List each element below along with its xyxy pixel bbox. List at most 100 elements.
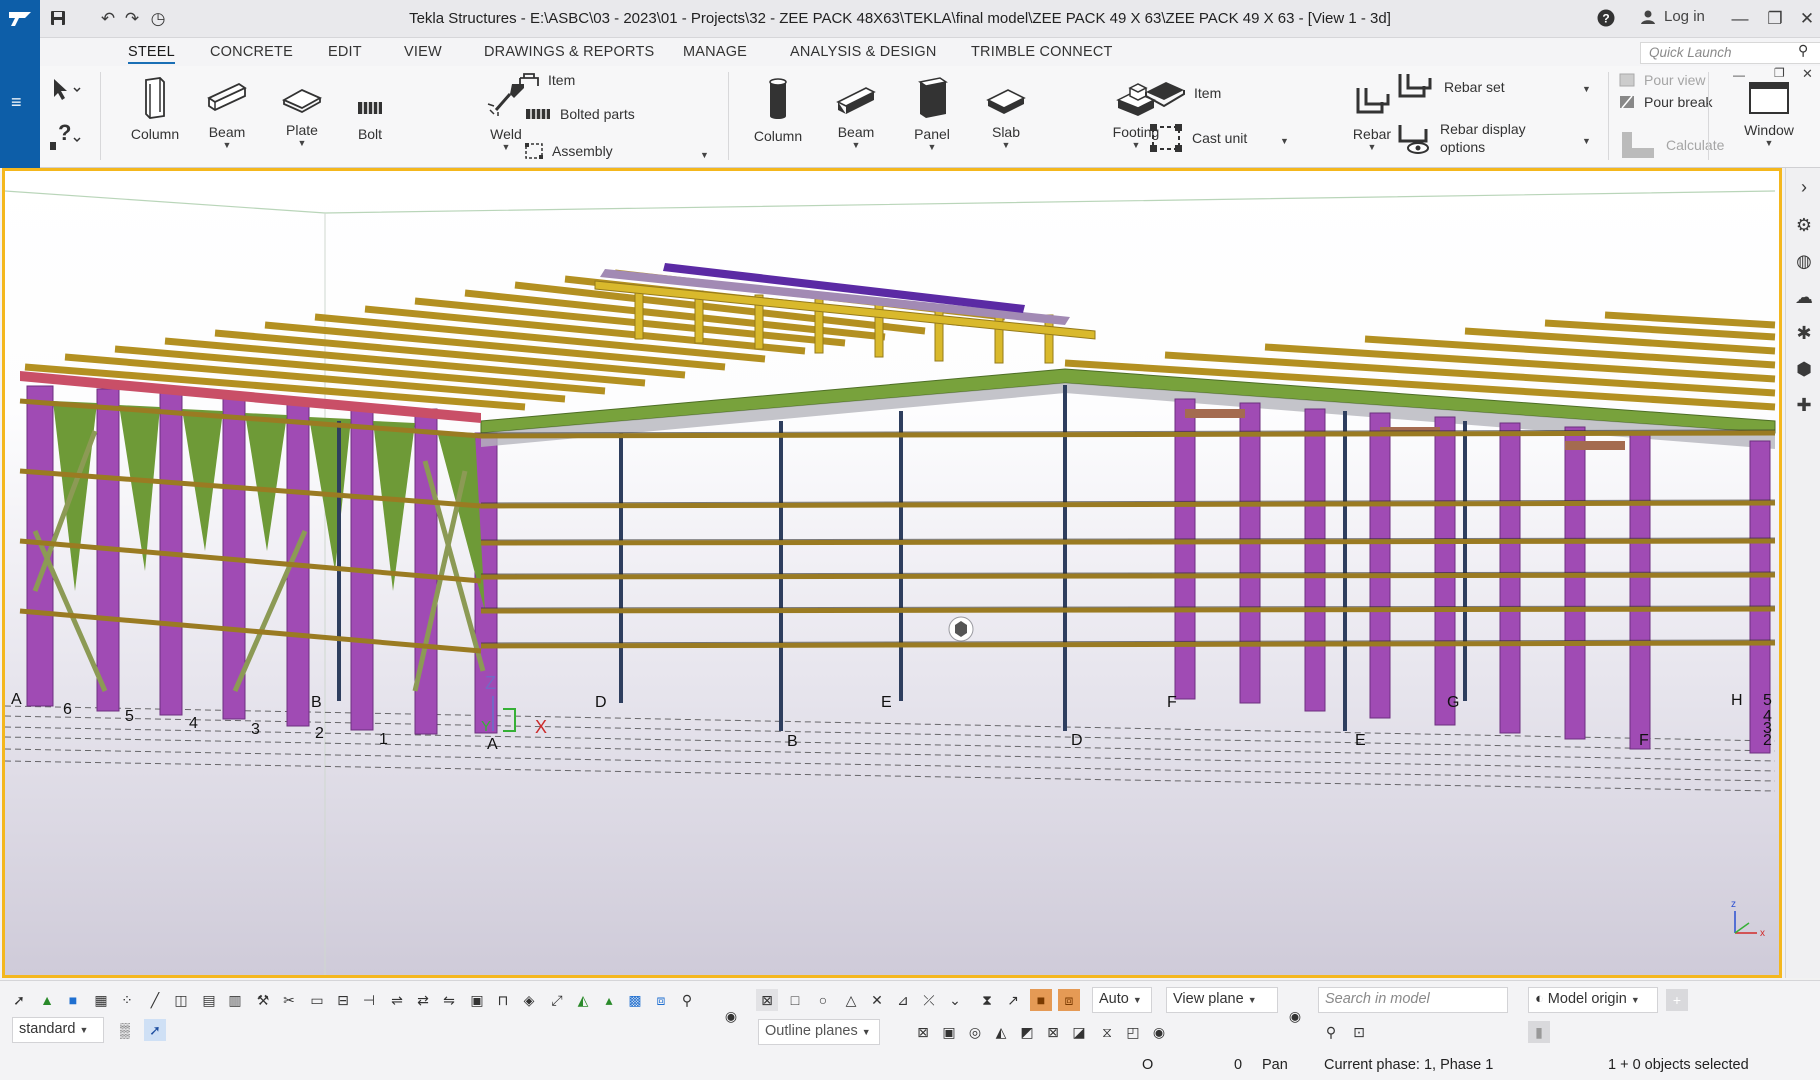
select-surfaces-icon[interactable]: ■ [62, 989, 84, 1011]
ribbon-restore-icon[interactable]: ❐ [1774, 66, 1785, 80]
rebar-display-options-button[interactable]: Rebar display options [1396, 120, 1526, 156]
select-rebar-icon[interactable]: ⇌ [386, 989, 408, 1011]
expand-panel-icon[interactable]: › [1793, 176, 1815, 198]
snap-visibility-icon[interactable]: ◉ [1148, 1021, 1170, 1043]
snap-midpoint-icon[interactable]: △ [840, 989, 862, 1011]
selection-filter-select[interactable]: standard ▼ [12, 1017, 104, 1043]
redo-icon[interactable]: ↷ [122, 9, 142, 29]
history-icon[interactable]: ◷ [148, 9, 168, 29]
filter-pattern-icon[interactable]: ▒ [114, 1019, 136, 1041]
cast-unit-button[interactable]: Cast unit [1148, 122, 1247, 154]
inquire-icon[interactable]: ? [46, 120, 84, 157]
select-assemblies-icon[interactable]: ◭ [572, 989, 594, 1011]
select-lines-icon[interactable]: ╱ [144, 989, 166, 1011]
snap-extension-icon[interactable]: ⤫ [918, 989, 940, 1011]
add-origin-icon[interactable]: + [1666, 989, 1688, 1011]
select-splices-icon[interactable]: ⇋ [438, 989, 460, 1011]
settings-icon[interactable]: ✱ [1793, 322, 1815, 344]
select-tasks-icon[interactable]: ⚲ [676, 989, 698, 1011]
zoom-selected-icon[interactable]: ⊡ [1348, 1021, 1370, 1043]
select-groups-icon[interactable]: ▩ [624, 989, 646, 1011]
select-layers-icon[interactable]: ◈ [518, 989, 540, 1011]
selection-mode-icon[interactable]: ➚ [144, 1019, 166, 1041]
snap-free-icon[interactable]: ↗ [1002, 989, 1024, 1011]
plane-select[interactable]: View plane ▼ [1166, 987, 1278, 1013]
select-welds-icon[interactable]: ⚒ [252, 989, 274, 1011]
select-grids-icon[interactable]: ▦ [90, 989, 112, 1011]
plate-button[interactable]: Plate ▼ [270, 86, 334, 148]
select-reference-icon[interactable]: ▤ [198, 989, 220, 1011]
rebar-display-dropdown-icon[interactable]: ▼ [1582, 136, 1591, 146]
select-hierarchies-icon[interactable]: ⧈ [650, 989, 672, 1011]
rebar-set-button[interactable]: Rebar set [1394, 70, 1505, 104]
ribbon-minimize-icon[interactable]: — [1733, 68, 1745, 82]
select-single-bolts-icon[interactable]: ⊣ [358, 989, 380, 1011]
rebar-set-dropdown-icon[interactable]: ▼ [1582, 84, 1591, 94]
concrete-item-button[interactable]: Item [1144, 78, 1221, 108]
close-icon[interactable]: ✕ [1797, 9, 1817, 29]
tab-manage[interactable]: MANAGE [683, 44, 747, 60]
select-rebar-sets-icon[interactable]: ⇄ [412, 989, 434, 1011]
snap-intersection-2-icon[interactable]: ⊠ [1042, 1021, 1064, 1043]
select-points-icon[interactable]: ⁘ [116, 989, 138, 1011]
concrete-beam-button[interactable]: Beam ▼ [824, 84, 888, 150]
tab-view[interactable]: VIEW [404, 44, 442, 60]
search-model-input[interactable]: Search in model [1318, 987, 1508, 1013]
snap-free-2-icon[interactable]: ◰ [1122, 1021, 1144, 1043]
tab-steel[interactable]: STEEL [128, 44, 175, 64]
tab-drawings-reports[interactable]: DRAWINGS & REPORTS [484, 44, 654, 60]
ribbon-close-icon[interactable]: ✕ [1802, 66, 1813, 82]
delete-origin-icon[interactable]: ▮ [1528, 1021, 1550, 1043]
select-planes-icon[interactable]: ▥ [224, 989, 246, 1011]
snap-override-2-icon[interactable]: ⧈ [1058, 989, 1080, 1011]
minimize-icon[interactable]: — [1730, 9, 1750, 29]
selection-visibility-icon[interactable]: ◉ [720, 1005, 742, 1027]
assembly-button[interactable]: Assembly [524, 142, 613, 160]
snap-geometry-icon[interactable]: □ [784, 989, 806, 1011]
login-button[interactable]: Log in [1640, 8, 1705, 25]
select-meshes-icon[interactable]: ▣ [466, 989, 488, 1011]
tab-edit[interactable]: EDIT [328, 44, 362, 60]
steel-item-button[interactable]: Item [518, 72, 575, 88]
outline-planes-select[interactable]: Outline planes ▼ [758, 1019, 880, 1045]
select-objects-in-assemblies-icon[interactable]: ▴ [598, 989, 620, 1011]
slab-button[interactable]: Slab ▼ [974, 88, 1038, 150]
assembly-dropdown-icon[interactable]: ▼ [700, 150, 709, 160]
snap-perpendicular-icon[interactable]: ⊿ [892, 989, 914, 1011]
cube-icon[interactable]: ⬢ [1793, 358, 1815, 380]
quick-launch-input[interactable]: Quick Launch [1640, 42, 1820, 64]
steel-column-button[interactable]: Column [118, 76, 192, 142]
snap-reference-icon[interactable]: ⊠ [756, 989, 778, 1011]
snap-geometry-2-icon[interactable]: ▣ [938, 1021, 960, 1043]
snap-settings-visibility-icon[interactable]: ◉ [1284, 1005, 1306, 1027]
bolt-button[interactable]: Bolt [340, 96, 400, 142]
tab-analysis-design[interactable]: ANALYSIS & DESIGN [790, 44, 937, 60]
steel-beam-button[interactable]: Beam ▼ [195, 80, 259, 150]
snap-any-icon[interactable]: ⌄ [944, 989, 966, 1011]
select-parts-icon[interactable]: ▲ [36, 989, 58, 1011]
hamburger-menu-icon[interactable]: ≡ [11, 92, 22, 113]
model-origin-select[interactable]: ◐ Model origin ▼ [1528, 987, 1658, 1013]
snap-midpoint-2-icon[interactable]: ◭ [990, 1021, 1012, 1043]
select-all-icon[interactable]: ➚ [8, 989, 30, 1011]
snap-nearest-icon[interactable]: ◩ [1016, 1021, 1038, 1043]
snap-reference-2-icon[interactable]: ⊠ [912, 1021, 934, 1043]
search-icon[interactable]: ⚲ [1798, 42, 1808, 59]
tab-concrete[interactable]: CONCRETE [210, 44, 293, 60]
snap-center-2-icon[interactable]: ◎ [964, 1021, 986, 1043]
globe-icon[interactable]: ◍ [1793, 250, 1815, 272]
select-cuts-icon[interactable]: ✂ [278, 989, 300, 1011]
snap-extension-2-icon[interactable]: ⧖ [1096, 1021, 1118, 1043]
select-views-icon[interactable]: ▭ [306, 989, 328, 1011]
snap-line-2-icon[interactable]: ◪ [1068, 1021, 1090, 1043]
properties-icon[interactable]: ⚙ [1793, 214, 1815, 236]
snap-center-icon[interactable]: ○ [812, 989, 834, 1011]
bolted-parts-button[interactable]: Bolted parts [524, 106, 635, 122]
cast-unit-dropdown-icon[interactable]: ▼ [1280, 136, 1289, 146]
undo-icon[interactable]: ↶ [98, 9, 118, 29]
save-icon[interactable] [48, 9, 68, 29]
restore-icon[interactable]: ❐ [1765, 9, 1785, 29]
concrete-column-button[interactable]: Column [740, 76, 816, 144]
window-button[interactable]: Window ▼ [1732, 80, 1806, 148]
cloud-icon[interactable]: ☁ [1793, 286, 1815, 308]
